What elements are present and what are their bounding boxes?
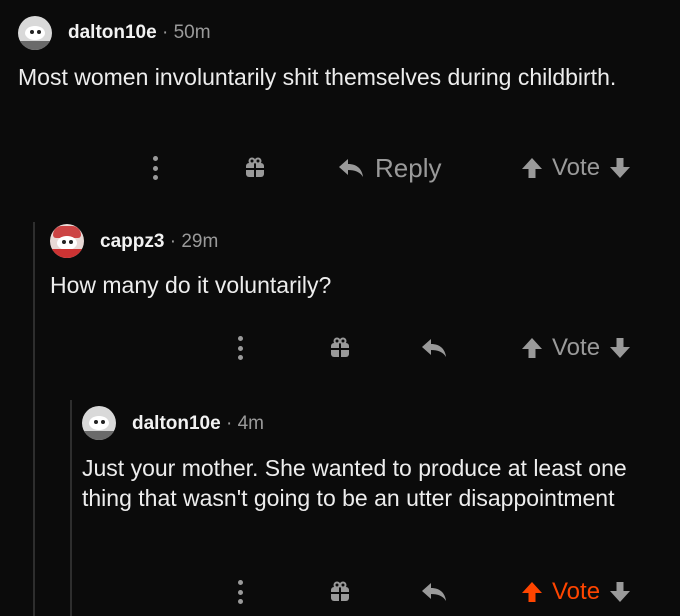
separator-dot: · [161,22,169,43]
comment-actions: Vote [0,328,680,368]
more-options-icon [238,580,244,604]
gift-icon [331,581,349,601]
award-button[interactable] [328,328,352,368]
username[interactable]: dalton10e [132,413,221,434]
reply-icon [339,159,363,177]
upvote-icon[interactable] [520,580,544,604]
comment-actions: Reply Vote [0,148,680,188]
comment-meta: dalton10e · 50m [68,22,211,44]
upvote-icon[interactable] [520,336,544,360]
comment-actions: Vote [0,572,680,612]
comment-meta: cappz3 · 29m [100,231,218,253]
vote-label: Vote [552,154,601,181]
avatar[interactable] [18,16,52,50]
thread-line-level-1[interactable] [33,222,35,616]
downvote-icon[interactable] [608,336,632,360]
more-options-icon [238,336,244,360]
more-options-button[interactable] [153,148,159,188]
gift-icon [331,337,349,357]
award-button[interactable] [328,572,352,612]
vote-label: Vote [552,578,601,605]
username[interactable]: cappz3 [100,231,164,252]
award-button[interactable] [243,148,267,188]
separator-dot: · [225,413,233,434]
reply-button[interactable] [420,328,448,368]
reply-label: Reply [375,152,442,183]
timestamp: 50m [173,22,211,43]
more-options-button[interactable] [238,572,244,612]
downvote-icon[interactable] [608,580,632,604]
timestamp: 4m [237,413,264,434]
downvote-icon[interactable] [608,156,632,180]
reply-icon [422,583,446,601]
reply-button[interactable] [420,572,448,612]
comment-body: How many do it voluntarily? [50,272,332,298]
vote-controls: Vote [520,148,632,188]
vote-controls: Vote [520,328,632,368]
comment-meta: dalton10e · 4m [132,413,264,435]
more-options-icon [153,156,159,180]
vote-label: Vote [552,334,601,361]
separator-dot: · [169,231,177,252]
gift-icon [246,157,264,177]
comment-body: Just your mother. She wanted to produce … [82,455,627,511]
reply-icon [422,339,446,357]
comment-body: Most women involuntarily shit themselves… [18,64,617,90]
upvote-icon[interactable] [520,156,544,180]
vote-controls: Vote [520,572,632,612]
avatar[interactable] [82,406,116,440]
timestamp: 29m [181,231,219,252]
reply-button[interactable]: Reply [337,148,441,188]
avatar[interactable] [50,224,84,258]
username[interactable]: dalton10e [68,22,157,43]
more-options-button[interactable] [238,328,244,368]
